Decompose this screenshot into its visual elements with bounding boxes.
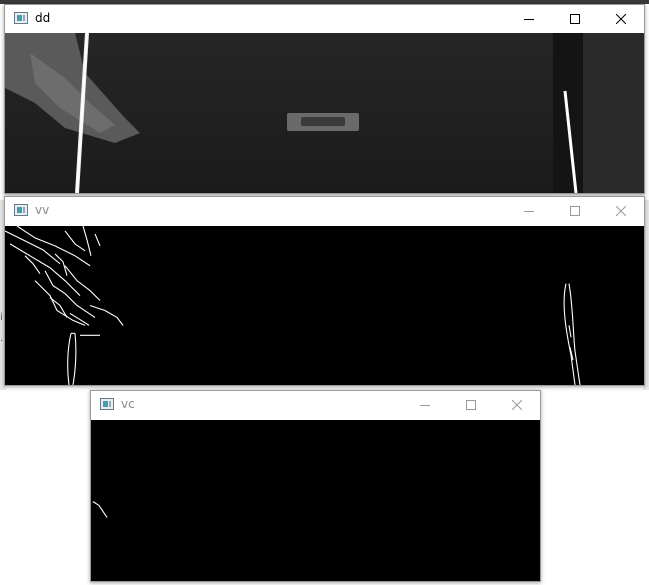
- background-text-fragment: i: [0, 312, 3, 323]
- maximize-icon: [466, 400, 476, 410]
- window-app-icon[interactable]: [100, 398, 114, 410]
- close-button[interactable]: [494, 391, 540, 419]
- maximize-icon: [570, 14, 580, 24]
- minimize-button[interactable]: [506, 197, 552, 225]
- title-bar[interactable]: dd: [5, 5, 644, 33]
- minimize-icon: [524, 19, 534, 20]
- window-vv[interactable]: vv: [4, 196, 645, 386]
- close-icon: [512, 400, 522, 410]
- window-app-icon[interactable]: [14, 12, 28, 24]
- edge-detection-image: [5, 226, 644, 385]
- title-bar[interactable]: vc: [91, 391, 540, 419]
- window-app-icon[interactable]: [14, 204, 28, 216]
- title-bar[interactable]: vv: [5, 197, 644, 225]
- minimize-button[interactable]: [402, 391, 448, 419]
- window-vc[interactable]: vc: [90, 390, 541, 582]
- minimize-icon: [524, 211, 534, 212]
- minimize-button[interactable]: [506, 5, 552, 33]
- maximize-button[interactable]: [448, 391, 494, 419]
- masked-edge-image: [91, 420, 540, 581]
- window-title: vc: [121, 397, 135, 411]
- window-title: dd: [35, 11, 51, 25]
- background-text-fragment: ·: [0, 336, 4, 347]
- window-dd[interactable]: dd: [4, 4, 645, 194]
- maximize-button[interactable]: [552, 5, 598, 33]
- maximize-icon: [570, 206, 580, 216]
- window-title: vv: [35, 203, 50, 217]
- close-button[interactable]: [598, 197, 644, 225]
- close-icon: [616, 14, 626, 24]
- grayscale-camera-image: [5, 33, 644, 193]
- maximize-button[interactable]: [552, 197, 598, 225]
- close-icon: [616, 206, 626, 216]
- minimize-icon: [420, 405, 430, 406]
- close-button[interactable]: [598, 5, 644, 33]
